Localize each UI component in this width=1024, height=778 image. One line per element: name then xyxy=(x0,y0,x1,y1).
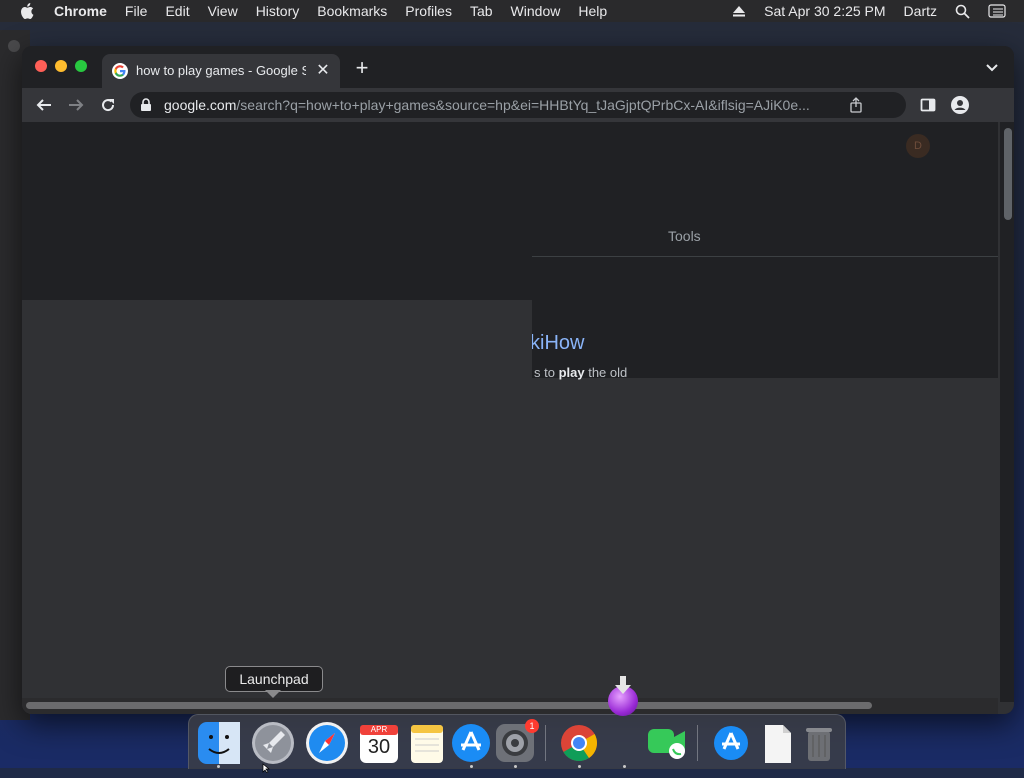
calendar-icon[interactable]: APR 30 xyxy=(357,721,401,765)
notification-badge: 1 xyxy=(525,719,539,733)
window-zoom-button[interactable] xyxy=(75,60,87,72)
chrome-icon[interactable] xyxy=(557,721,601,765)
browser-toolbar: google.com/search?q=how+to+play+games&so… xyxy=(22,88,1014,122)
app-store-icon[interactable] xyxy=(449,721,493,765)
tools-button[interactable]: Tools xyxy=(668,228,701,244)
tab-google-search[interactable]: how to play games - Google Se ✕ xyxy=(102,54,340,88)
vertical-scrollbar-thumb[interactable] xyxy=(1004,128,1012,220)
snippet-text-start: s to xyxy=(534,365,559,380)
document-icon[interactable] xyxy=(755,721,799,765)
reload-icon[interactable] xyxy=(98,95,118,115)
tab-close-icon[interactable]: ✕ xyxy=(314,61,332,79)
chrome-window: how to play games - Google Se ✕ + google… xyxy=(22,46,1014,714)
new-tab-button[interactable]: + xyxy=(352,57,372,79)
dock-tooltip: Launchpad xyxy=(225,666,323,692)
menu-history[interactable]: History xyxy=(256,3,300,19)
app-store-folder-icon[interactable] xyxy=(709,721,753,765)
finder-icon[interactable] xyxy=(197,721,241,765)
overlay-panel xyxy=(22,300,532,714)
menu-tab[interactable]: Tab xyxy=(470,3,493,19)
calendar-day: 30 xyxy=(367,736,391,758)
menu-bookmarks[interactable]: Bookmarks xyxy=(317,3,387,19)
result-title-link[interactable]: kiHow xyxy=(530,332,584,355)
download-arrow-icon xyxy=(614,676,632,696)
eject-icon[interactable] xyxy=(732,5,746,17)
menu-profiles[interactable]: Profiles xyxy=(405,3,452,19)
snippet-bold-term: play xyxy=(558,365,585,380)
window-close-button[interactable] xyxy=(35,60,47,72)
background-window-close xyxy=(8,40,20,52)
menu-bar: Chrome File Edit View History Bookmarks … xyxy=(0,0,1024,22)
spotlight-search-icon[interactable] xyxy=(955,4,970,19)
back-arrow-icon[interactable] xyxy=(34,95,54,115)
menu-view[interactable]: View xyxy=(208,3,238,19)
facetime-icon[interactable] xyxy=(645,721,689,765)
lock-icon[interactable] xyxy=(140,98,152,112)
dock-separator-2 xyxy=(697,725,698,761)
tab-strip: how to play games - Google Se ✕ + xyxy=(22,46,1014,88)
tab-title: how to play games - Google Se xyxy=(136,63,306,78)
system-preferences-icon[interactable]: 1 xyxy=(493,719,539,765)
share-icon[interactable] xyxy=(848,97,864,113)
horizontal-scrollbar-thumb[interactable] xyxy=(26,702,872,709)
calendar-month: APR xyxy=(370,725,388,734)
page-content: D Tools kiHow s to play the old xyxy=(22,122,1014,714)
url-text[interactable]: google.com/search?q=how+to+play+games&so… xyxy=(164,97,844,113)
menu-app-chrome[interactable]: Chrome xyxy=(54,3,107,19)
snippet-text-end: the old xyxy=(584,365,628,380)
google-favicon-icon xyxy=(112,63,128,79)
menu-help[interactable]: Help xyxy=(578,3,607,19)
forward-arrow-icon[interactable] xyxy=(66,95,86,115)
menubar-user[interactable]: Dartz xyxy=(904,3,937,19)
google-account-avatar[interactable]: D xyxy=(906,134,930,158)
url-host: google.com xyxy=(164,97,237,113)
notes-icon[interactable] xyxy=(405,721,449,765)
menu-file[interactable]: File xyxy=(125,3,148,19)
menubar-clock[interactable]: Sat Apr 30 2:25 PM xyxy=(764,3,885,19)
side-panel-icon[interactable] xyxy=(918,95,938,115)
tab-search-chevron-icon[interactable] xyxy=(982,58,1002,78)
dock-separator xyxy=(545,725,546,761)
menu-window[interactable]: Window xyxy=(511,3,561,19)
profile-avatar-icon[interactable] xyxy=(950,95,970,115)
tooltip-pointer xyxy=(265,690,281,698)
control-center-icon[interactable] xyxy=(988,4,1006,18)
header-divider xyxy=(532,256,998,257)
search-header-area xyxy=(22,122,998,300)
apple-menu-icon[interactable] xyxy=(20,3,34,19)
trash-icon[interactable] xyxy=(797,721,841,765)
mouse-cursor-icon xyxy=(262,760,272,774)
dock: APR 30 1 xyxy=(188,714,846,769)
safari-icon[interactable] xyxy=(305,721,349,765)
address-bar[interactable]: google.com/search?q=how+to+play+games&so… xyxy=(130,92,906,118)
menu-edit[interactable]: Edit xyxy=(165,3,189,19)
url-path: /search?q=how+to+play+games&source=hp&ei… xyxy=(236,97,810,113)
launchpad-icon[interactable] xyxy=(251,721,295,765)
window-minimize-button[interactable] xyxy=(55,60,67,72)
result-snippet: s to play the old xyxy=(534,365,627,380)
